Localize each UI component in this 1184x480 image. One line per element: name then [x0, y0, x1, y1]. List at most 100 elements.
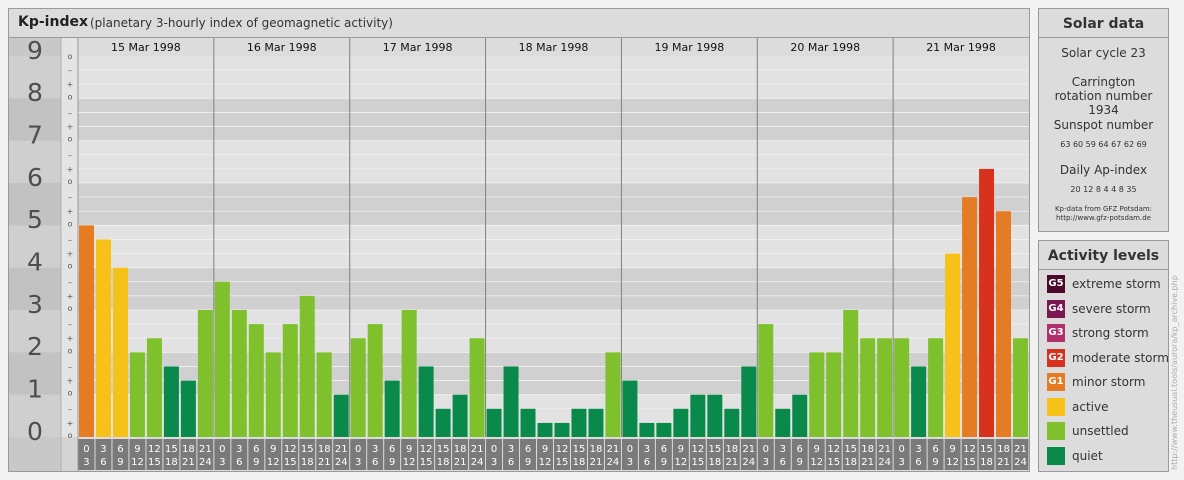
interval-end-label: 21: [725, 457, 738, 468]
interval-end-label: 15: [420, 457, 433, 468]
interval-end-label: 18: [165, 457, 178, 468]
kp-bar: [979, 168, 995, 437]
y-minor-label: o: [68, 219, 73, 228]
kp-bar: [588, 408, 604, 437]
kp-bar: [809, 352, 825, 437]
level-swatch: G3: [1047, 324, 1065, 342]
day-label: 19 Mar 1998: [654, 41, 724, 54]
y-tick-label: 4: [27, 248, 43, 277]
interval-start-label: 18: [318, 444, 331, 455]
levels-title: Activity levels: [1047, 248, 1160, 264]
ap-values: 20 12 8 4 4 8 35: [1070, 185, 1137, 194]
y-minor-label: +: [67, 419, 74, 428]
kp-bar: [724, 408, 740, 437]
interval-end-label: 12: [674, 457, 687, 468]
y-minor-label: –: [68, 235, 72, 244]
kp-bar: [333, 394, 349, 437]
interval-start-label: 3: [508, 444, 514, 455]
interval-end-label: 6: [644, 457, 650, 468]
y-minor-label: o: [68, 135, 73, 144]
kp-bar: [775, 408, 791, 437]
kp-bar: [928, 338, 944, 437]
interval-start-label: 3: [372, 444, 378, 455]
kp-bar: [1013, 338, 1028, 437]
level-item: G4 severe storm: [1047, 299, 1167, 318]
interval-start-label: 9: [406, 444, 412, 455]
kp-bar: [231, 310, 247, 437]
interval-start-label: 15: [165, 444, 178, 455]
interval-start-label: 6: [253, 444, 259, 455]
interval-start-label: 0: [491, 444, 497, 455]
solar-title: Solar data: [1062, 16, 1145, 32]
interval-end-label: 24: [607, 457, 620, 468]
interval-start-label: 6: [932, 444, 938, 455]
y-minor-label: +: [67, 250, 74, 259]
interval-end-label: 15: [827, 457, 840, 468]
kp-bar: [180, 380, 196, 437]
kp-bar: [996, 211, 1012, 437]
level-item: G1 minor storm: [1047, 373, 1167, 391]
y-minor-label: o: [68, 52, 73, 61]
kp-bar: [95, 239, 111, 437]
level-label: strong storm: [1072, 326, 1149, 340]
y-minor-label: o: [68, 431, 73, 440]
y-minor-label: +: [67, 292, 74, 301]
level-swatch: G1: [1047, 373, 1065, 391]
interval-start-label: 9: [814, 444, 820, 455]
interval-end-label: 18: [573, 457, 586, 468]
day-label: 16 Mar 1998: [247, 41, 317, 54]
kp-bar: [112, 267, 128, 437]
kp-bar: [486, 408, 502, 437]
interval-end-label: 12: [946, 457, 959, 468]
minor-tick-footer: [61, 437, 78, 471]
interval-start-label: 15: [301, 444, 314, 455]
plot-band: [78, 183, 1029, 226]
interval-end-label: 15: [691, 457, 704, 468]
interval-start-label: 15: [844, 444, 857, 455]
y-tick-label: 2: [27, 332, 43, 361]
day-label: 18 Mar 1998: [519, 41, 589, 54]
interval-start-label: 12: [284, 444, 297, 455]
plot-band: [78, 140, 1029, 183]
interval-end-label: 15: [963, 457, 976, 468]
interval-start-label: 9: [678, 444, 684, 455]
kp-bar: [911, 366, 927, 437]
interval-end-label: 21: [861, 457, 874, 468]
interval-end-label: 3: [763, 457, 769, 468]
interval-end-label: 21: [997, 457, 1010, 468]
solar-header: Solar data: [1039, 9, 1168, 38]
kp-bar: [673, 408, 689, 437]
interval-start-label: 9: [134, 444, 140, 455]
level-item: quiet: [1047, 446, 1167, 465]
y-tick-label: 8: [27, 78, 43, 107]
kp-bar: [707, 394, 723, 437]
interval-start-label: 21: [878, 444, 891, 455]
ap-title: Daily Ap-index: [1059, 163, 1148, 177]
level-label: extreme storm: [1072, 277, 1161, 291]
y-tick-label: 7: [27, 121, 43, 150]
level-label: moderate storm: [1072, 350, 1169, 365]
kp-bar-chart: 0123456789o+–o+–o+–o+–o+–o+–o+–o+–o+–o15…: [9, 36, 1029, 471]
interval-end-label: 3: [219, 457, 225, 468]
interval-end-label: 24: [335, 457, 348, 468]
kp-bar: [214, 281, 230, 437]
interval-start-label: 12: [963, 444, 976, 455]
source-link[interactable]: http://www.gfz-potsdam.de: [1039, 214, 1168, 223]
interval-end-label: 24: [878, 457, 891, 468]
kp-bar: [945, 253, 961, 437]
level-item: G3 strong storm: [1047, 324, 1167, 342]
activity-levels-panel: Activity levels G5 extreme storm G4 severe …: [1038, 240, 1169, 472]
level-item: active: [1047, 397, 1167, 416]
y-tick-label: 9: [27, 36, 43, 65]
interval-start-label: 6: [117, 444, 123, 455]
kp-bar: [741, 366, 757, 437]
interval-start-label: 0: [355, 444, 361, 455]
kp-bar: [690, 394, 706, 437]
interval-end-label: 24: [1014, 457, 1027, 468]
kp-bar: [469, 338, 485, 437]
interval-end-label: 15: [284, 457, 297, 468]
y-minor-label: +: [67, 80, 74, 89]
kp-bar: [520, 408, 536, 437]
y-tick-label: 6: [27, 163, 43, 192]
y-minor-label: o: [68, 346, 73, 355]
